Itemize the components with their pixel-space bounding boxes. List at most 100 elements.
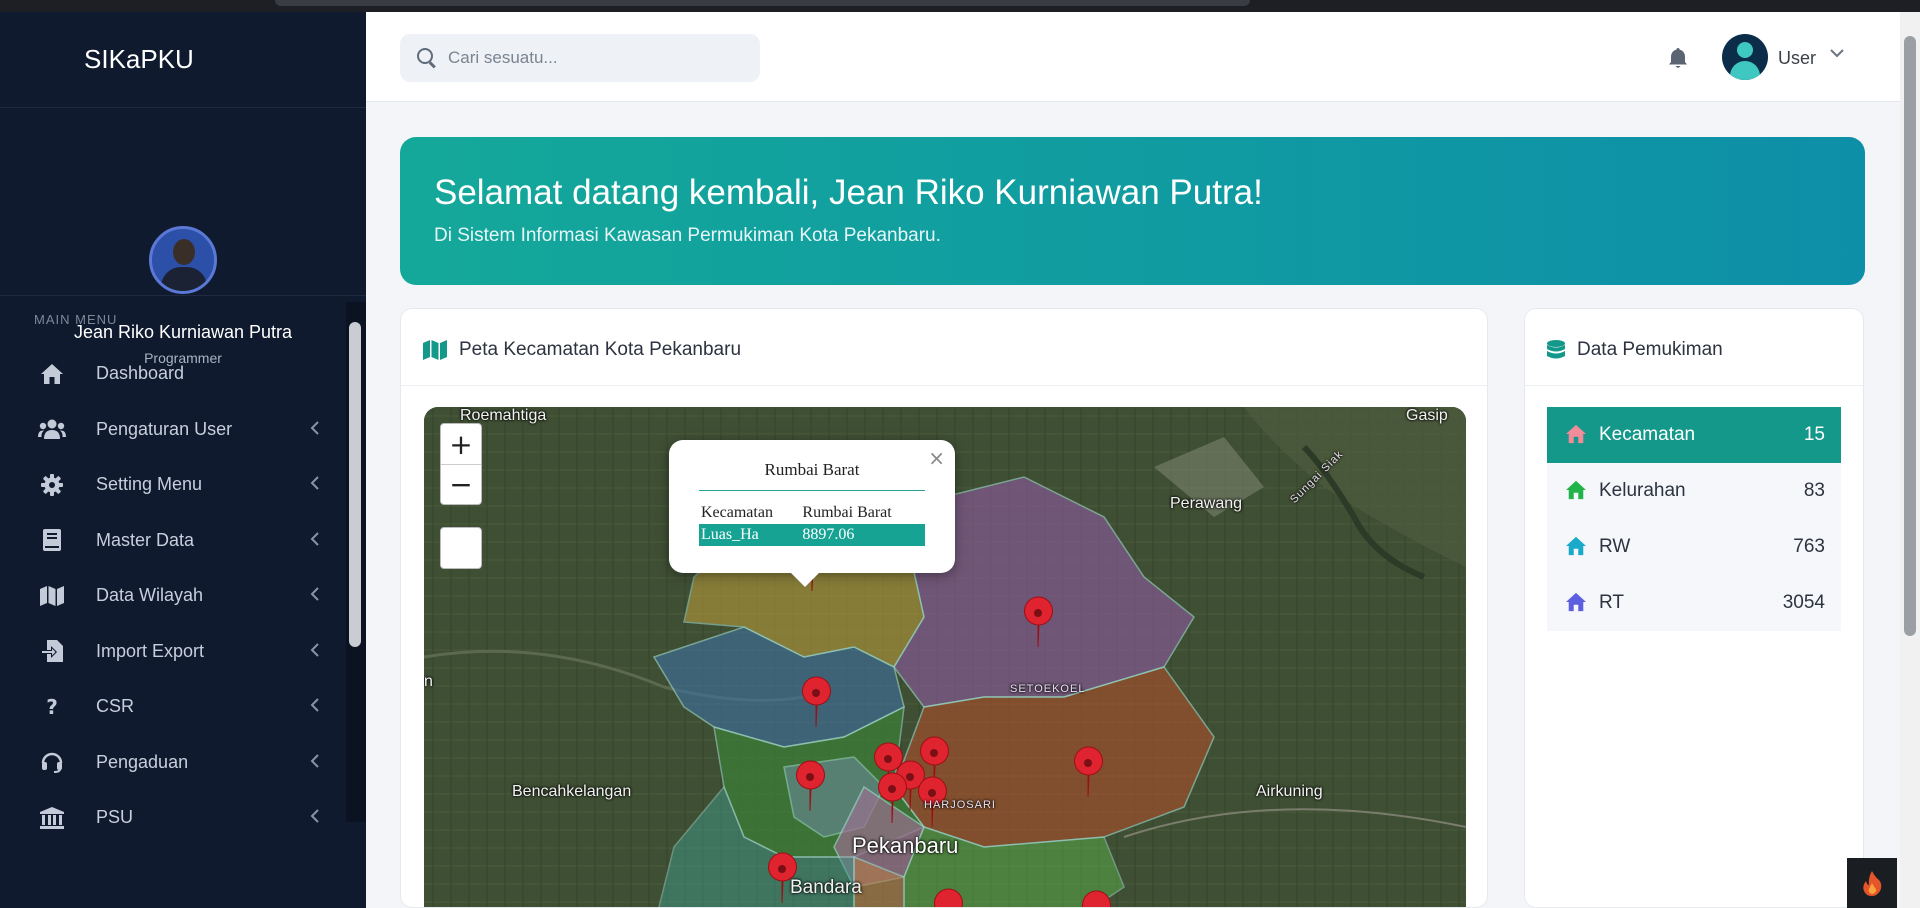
book-icon — [38, 526, 66, 554]
fire-icon[interactable] — [1847, 858, 1897, 908]
sidebar-item-label: Data Wilayah — [96, 585, 204, 606]
map-label-roemahtiga: Roemahtiga — [460, 407, 547, 424]
user-menu-label[interactable]: User — [1778, 48, 1816, 69]
sidebar-item-label: Pengaturan User — [96, 418, 233, 439]
users-icon — [38, 415, 66, 443]
top-header: User — [366, 12, 1900, 102]
headset-icon — [38, 748, 66, 776]
welcome-subtitle: Di Sistem Informasi Kawasan Permukiman K… — [434, 225, 941, 246]
map-label-gasip: Gasip — [1406, 407, 1448, 424]
card-divider — [1525, 385, 1863, 386]
database-icon — [1547, 340, 1565, 360]
sidebar-item-import-export[interactable]: Import Export — [0, 624, 346, 680]
data-row-rt[interactable]: RT 3054 — [1547, 575, 1841, 631]
home-icon — [1565, 592, 1587, 614]
zoom-out-button[interactable]: − — [441, 464, 481, 504]
page-scrollbar[interactable] — [1900, 12, 1920, 908]
popup-value: 8897.06 — [800, 524, 925, 546]
data-row-value: 763 — [1793, 536, 1825, 557]
map-card: Peta Kecamatan Kota Pekanbaru + − Roemah… — [400, 308, 1488, 908]
sidebar-item-pengaduan[interactable]: Pengaduan — [0, 735, 346, 791]
data-pemukiman-card: Data Pemukiman Kecamatan 15 Kelurahan 83… — [1524, 308, 1864, 908]
profile-panel: Jean Riko Kurniawan Putra Programmer — [0, 108, 366, 366]
map-icon — [423, 340, 447, 360]
data-row-kecamatan[interactable]: Kecamatan 15 — [1547, 407, 1841, 463]
sidebar-item-label: Setting Menu — [96, 474, 203, 495]
popup-title: Rumbai Barat — [764, 460, 860, 479]
sidebar-item-csr[interactable]: ? CSR — [0, 679, 346, 735]
map-label-edge: n — [424, 673, 433, 690]
sidebar-item-data-wilayah[interactable]: Data Wilayah — [0, 568, 346, 624]
sidebar: SIKaPKU Jean Riko Kurniawan Putra Progra… — [0, 12, 366, 908]
sidebar-item-label: Master Data — [96, 529, 195, 550]
search-box[interactable] — [400, 34, 760, 82]
sidebar-item-psu[interactable]: PSU — [0, 790, 346, 846]
chevron-left-icon — [310, 808, 320, 829]
welcome-banner: Selamat datang kembali, Jean Riko Kurnia… — [400, 137, 1865, 285]
card-divider — [401, 385, 1487, 386]
layer-control-button[interactable] — [440, 527, 482, 569]
sidebar-item-dashboard[interactable]: Dashboard — [0, 346, 346, 402]
user-avatar[interactable] — [1722, 34, 1768, 80]
map-view[interactable]: + − Roemahtiga Gasip Perawang Sungai Sia… — [424, 407, 1466, 907]
search-input[interactable] — [448, 48, 728, 68]
data-row-value: 15 — [1803, 424, 1825, 445]
browser-top-strip — [0, 0, 1920, 12]
map-popup: × Rumbai Barat Kecamatan Rumbai Barat Lu… — [669, 440, 955, 587]
sidebar-item-pengaturan-user[interactable]: Pengaturan User — [0, 402, 346, 458]
file-import-icon — [38, 637, 66, 665]
data-row-label: RW — [1599, 536, 1631, 557]
question-icon: ? — [46, 694, 58, 719]
profile-avatar[interactable] — [149, 226, 217, 294]
map-label-bandara: Bandara — [790, 877, 862, 898]
chevron-left-icon — [310, 531, 320, 552]
app-brand[interactable]: SIKaPKU — [0, 12, 366, 108]
chevron-down-icon[interactable] — [1828, 44, 1846, 62]
home-icon — [1565, 480, 1587, 502]
chevron-left-icon — [310, 642, 320, 663]
map-label-perawang: Perawang — [1170, 495, 1243, 512]
chevron-left-icon — [310, 475, 320, 496]
map-label-airkuning: Airkuning — [1256, 783, 1323, 800]
page-scrollbar-thumb[interactable] — [1904, 36, 1916, 636]
sidebar-scrollbar-thumb[interactable] — [349, 322, 361, 647]
data-row-label: RT — [1599, 592, 1624, 613]
sidebar-item-master-data[interactable]: Master Data — [0, 513, 346, 569]
welcome-title: Selamat datang kembali, Jean Riko Kurnia… — [434, 173, 1263, 212]
search-icon — [416, 47, 438, 69]
sidebar-item-setting-menu[interactable]: Setting Menu — [0, 457, 346, 513]
gear-icon — [38, 471, 66, 499]
popup-value: Rumbai Barat — [802, 504, 892, 521]
home-icon — [1565, 424, 1587, 446]
chevron-left-icon — [310, 420, 320, 441]
home-icon — [1565, 536, 1587, 558]
zoom-in-button[interactable]: + — [441, 424, 481, 464]
map-card-header: Peta Kecamatan Kota Pekanbaru — [423, 335, 741, 365]
data-card-title: Data Pemukiman — [1577, 339, 1723, 360]
popup-divider — [699, 490, 925, 491]
chevron-left-icon — [310, 586, 320, 607]
data-row-label: Kelurahan — [1599, 480, 1686, 501]
map-label-pekanbaru: Pekanbaru — [852, 833, 959, 858]
popup-table: Kecamatan Rumbai Barat Luas_Ha 8897.06 — [699, 502, 925, 546]
sidebar-item-label: Pengaduan — [96, 751, 189, 772]
sidebar-item-label: Import Export — [96, 640, 205, 661]
popup-key: Luas_Ha — [699, 524, 801, 546]
menu-heading: MAIN MENU — [34, 312, 118, 327]
map-label-setoekoel: SETOEKOEL — [1010, 683, 1086, 695]
sidebar-item-label: CSR — [96, 696, 135, 717]
landmark-icon — [38, 804, 66, 832]
data-row-rw[interactable]: RW 763 — [1547, 519, 1841, 575]
data-row-value: 3054 — [1782, 592, 1825, 613]
chevron-left-icon — [310, 697, 320, 718]
data-row-value: 83 — [1803, 480, 1825, 501]
popup-row: Luas_Ha 8897.06 — [699, 524, 925, 546]
map-label-harjosari: HARJOSARI — [924, 799, 996, 811]
data-row-kelurahan[interactable]: Kelurahan 83 — [1547, 463, 1841, 519]
popup-row: Kecamatan Rumbai Barat — [699, 502, 925, 524]
browser-tab-strip — [275, 0, 1250, 6]
bell-icon[interactable] — [1666, 46, 1690, 70]
data-list: Kecamatan 15 Kelurahan 83 RW 763 RT 3054 — [1547, 407, 1841, 631]
map-card-title: Peta Kecamatan Kota Pekanbaru — [459, 339, 742, 360]
popup-key: Kecamatan — [701, 504, 773, 521]
